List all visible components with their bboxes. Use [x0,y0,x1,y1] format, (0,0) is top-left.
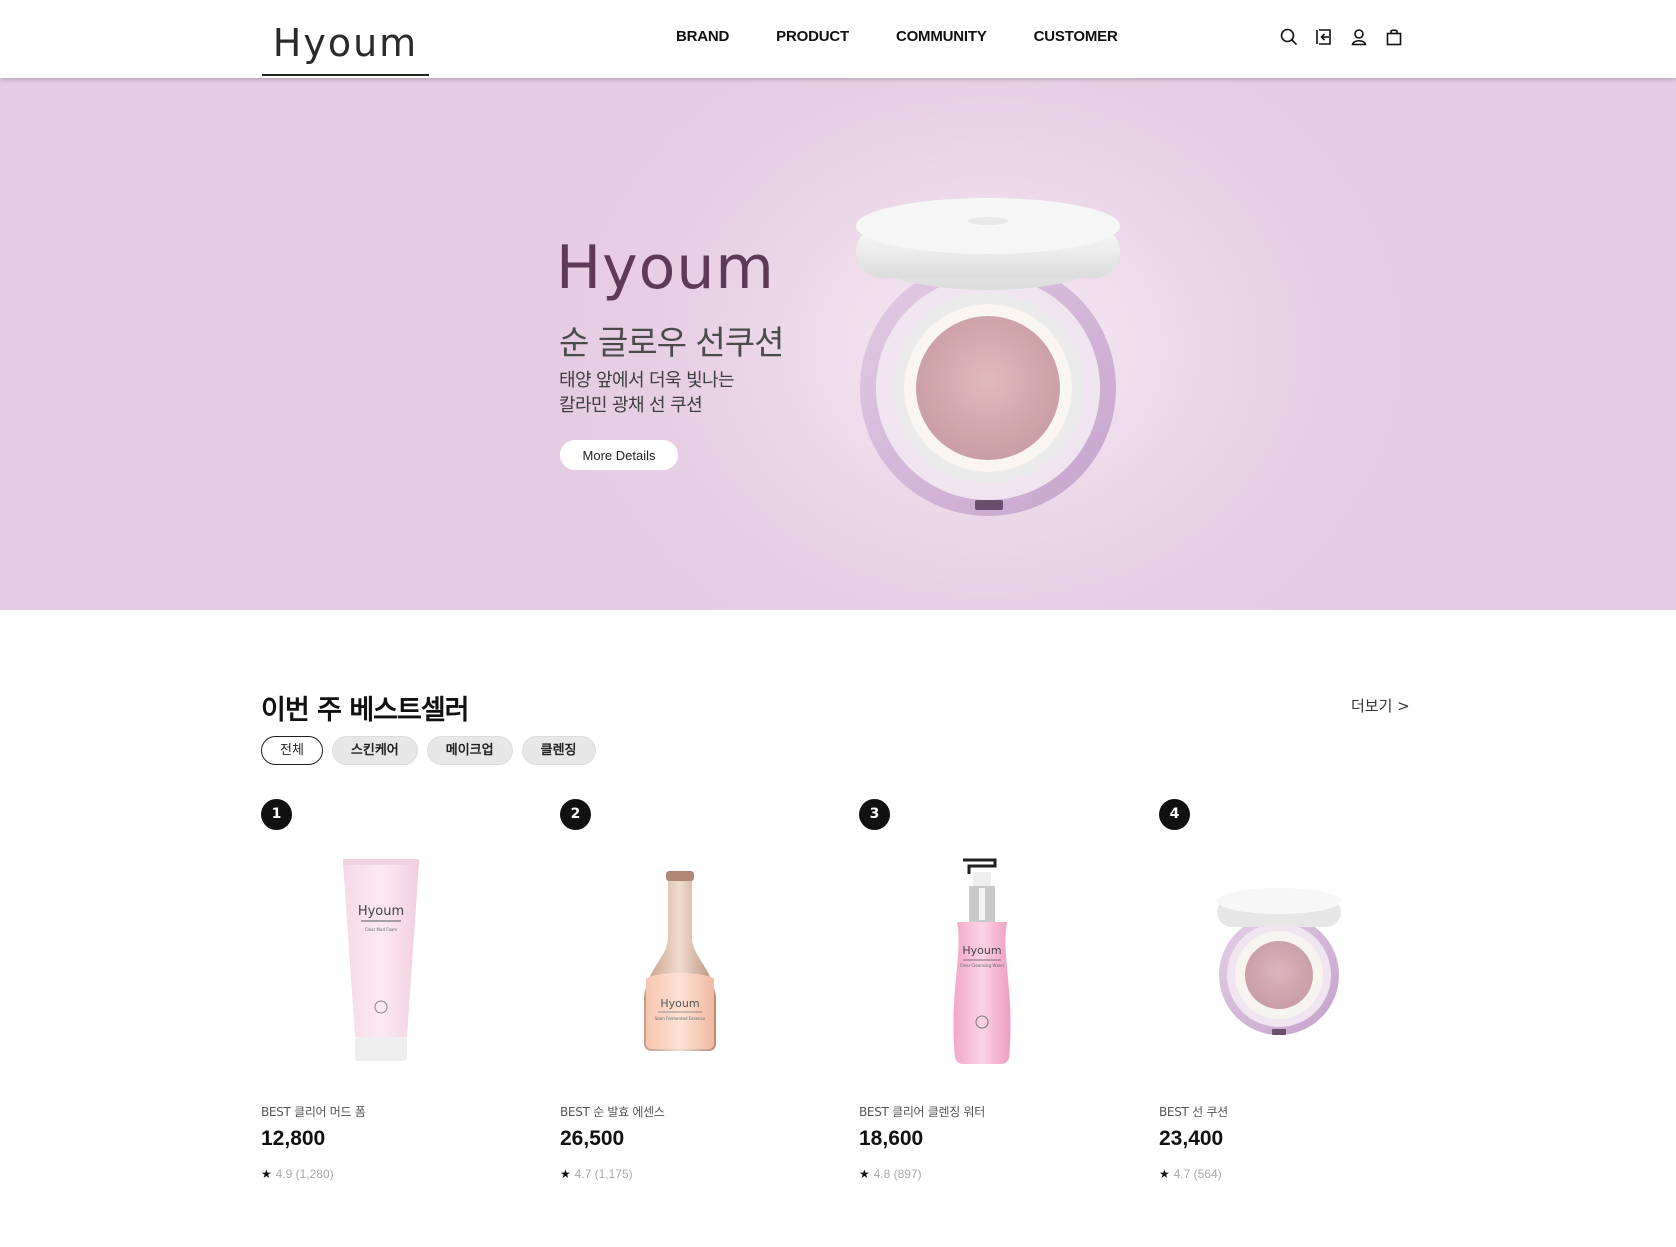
filter-tabs: 전체 스킨케어 메이크업 클렌징 [261,736,596,765]
product-image[interactable]: Hyoum Soon Fermented Essence [600,849,760,1074]
product-rating: ★ 4.9 (1,280) [261,1167,334,1181]
hero-subtitle-line2: 칼라민 광채 선 쿠션 [559,395,703,416]
product-name[interactable]: BEST 순 발효 에센스 [560,1103,665,1120]
filter-all[interactable]: 전체 [261,736,323,765]
filter-cleansing[interactable]: 클렌징 [521,736,596,765]
product-price: 23,400 [1159,1127,1224,1150]
login-icon[interactable] [1313,26,1335,48]
star-icon: ★ [560,1167,571,1181]
product-price: 12,800 [261,1127,326,1150]
hero-subtitle-line1: 태양 앞에서 더욱 빛나는 [559,370,735,391]
main-nav: BRAND PRODUCT COMMUNITY CUSTOMER [676,28,1118,50]
product-name[interactable]: BEST 선 쿠션 [1159,1103,1228,1120]
site-header: Hyoum BRAND PRODUCT COMMUNITY CUSTOMER [0,0,1676,78]
user-icon[interactable] [1348,26,1370,48]
rank-badge: 2 [560,799,591,830]
hero-banner: Hyoum 순 글로우 선쿠션 태양 앞에서 더욱 빛나는 칼라민 광채 선 쿠… [0,78,1676,610]
logo-text[interactable]: Hyoum [262,18,429,68]
cart-icon[interactable] [1383,26,1405,48]
rating-value: 4.7 (564) [1173,1167,1222,1181]
nav-product[interactable]: PRODUCT [776,28,849,50]
product-label: Hyoum [660,997,699,1010]
nav-brand[interactable]: BRAND [676,28,729,50]
rank-badge: 4 [1159,799,1190,830]
product-name[interactable]: BEST 클리어 머드 폼 [261,1103,366,1120]
product-card[interactable]: 3 Hyoum Clear Cleansing Water BEST 클리어 클… [859,799,1119,1189]
logo[interactable]: Hyoum [262,18,429,76]
rank-badge: 1 [261,799,292,830]
section-title: 이번 주 베스트셀러 [261,695,470,726]
hero-brand: Hyoum [556,233,775,303]
product-list: 1 Hyoum Clear Mud Foam BEST 클리어 머드 폼 12,… [261,799,1411,1189]
product-image[interactable] [1199,849,1359,1074]
product-name[interactable]: BEST 클리어 클렌징 워터 [859,1103,985,1120]
rank-badge: 3 [859,799,890,830]
filter-skincare[interactable]: 스킨케어 [331,736,418,765]
product-label: Hyoum [358,904,404,919]
more-details-button[interactable]: More Details [560,440,678,470]
rating-value: 4.8 (897) [873,1167,922,1181]
search-icon[interactable] [1278,26,1300,48]
product-rating: ★ 4.7 (564) [1159,1167,1222,1181]
product-price: 18,600 [859,1127,924,1150]
star-icon: ★ [1159,1167,1170,1181]
hero-subtitle: 태양 앞에서 더욱 빛나는 칼라민 광채 선 쿠션 [559,368,799,418]
star-icon: ★ [859,1167,870,1181]
rating-value: 4.7 (1,175) [574,1167,633,1181]
product-rating: ★ 4.8 (897) [859,1167,922,1181]
product-card[interactable]: 2 Hyoum Soon Fermented Essence BEST 순 발효… [560,799,820,1189]
product-sublabel: Clear Cleansing Water [960,963,1005,968]
product-price: 26,500 [560,1127,625,1150]
product-card[interactable]: 4 BEST 선 쿠션 23,400 ★ 4.7 (564) [1159,799,1419,1189]
header-icons [1278,26,1405,48]
product-rating: ★ 4.7 (1,175) [560,1167,633,1181]
hero-title: 순 글로우 선쿠션 [559,323,784,362]
nav-customer[interactable]: CUSTOMER [1034,28,1118,50]
hero-cushion-image [856,198,1120,516]
rating-value: 4.9 (1,280) [275,1167,334,1181]
more-link[interactable]: 더보기 > [1351,695,1410,716]
product-label: Hyoum [962,944,1001,957]
star-icon: ★ [261,1167,272,1181]
nav-community[interactable]: COMMUNITY [896,28,987,50]
product-card[interactable]: 1 Hyoum Clear Mud Foam BEST 클리어 머드 폼 12,… [261,799,521,1189]
product-image[interactable]: Hyoum Clear Cleansing Water [899,849,1059,1074]
filter-makeup[interactable]: 메이크업 [426,736,513,765]
product-sublabel: Soon Fermented Essence [655,1016,706,1021]
product-sublabel: Clear Mud Foam [365,927,398,932]
product-image[interactable]: Hyoum Clear Mud Foam [301,849,461,1074]
